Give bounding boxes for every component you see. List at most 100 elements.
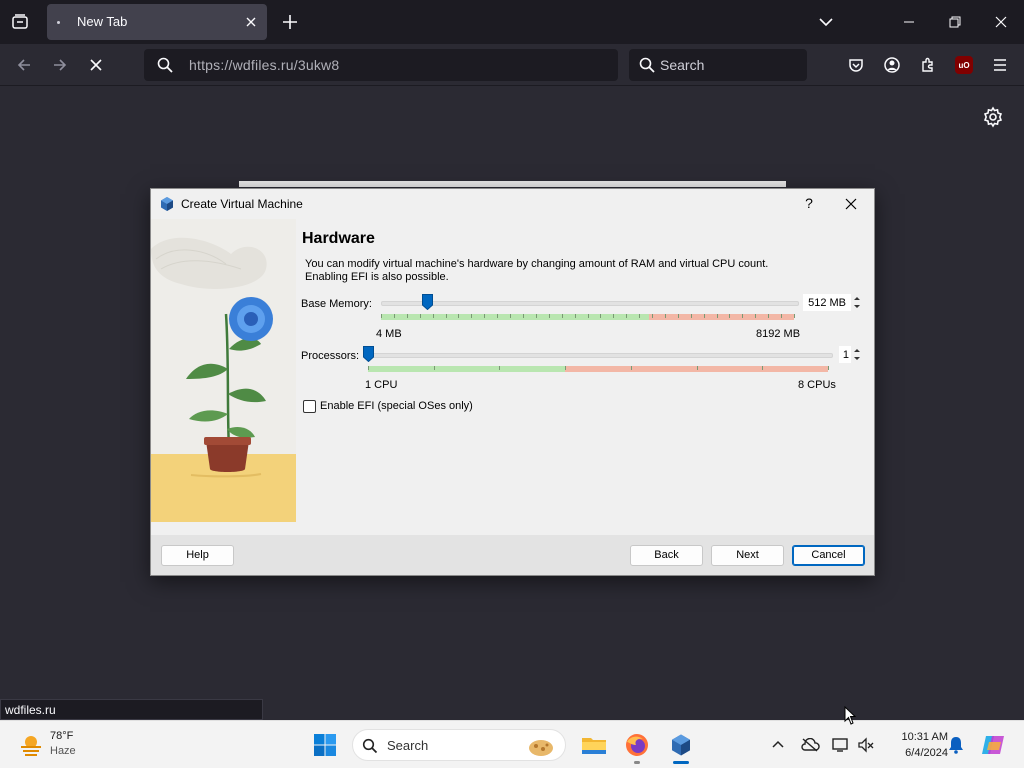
dialog-titlebar: Create Virtual Machine ? [151,189,874,219]
slider-tick [704,314,705,318]
base-memory-spinbox[interactable]: 512 MB [803,294,851,311]
slider-tick [697,366,698,370]
slider-tick [762,366,763,370]
slider-tick [626,314,627,318]
search-bar[interactable]: Search [629,49,807,81]
enable-efi-label[interactable]: Enable EFI (special OSes only) [320,400,473,412]
slider-tick [613,314,614,318]
back-arrow-icon[interactable] [12,53,36,77]
ublock-origin-icon[interactable]: uO [952,53,976,77]
slider-tick [631,366,632,370]
volume-muted-icon[interactable] [856,735,876,755]
search-icon [156,56,174,74]
cpu-slider-ticks [368,366,829,372]
gear-icon[interactable] [982,106,1004,128]
slider-tick [368,366,369,370]
dialog-title: Create Virtual Machine [181,197,303,211]
list-all-tabs-chevron-icon[interactable] [816,12,836,32]
slider-tick [523,314,524,318]
processors-spinbox[interactable]: 1 [839,346,851,363]
next-button[interactable]: Next [711,545,784,566]
show-hidden-icons-chevron-icon[interactable] [768,735,788,755]
background-dialog-edge [239,181,786,187]
slider-tick [691,314,692,318]
memory-spin-arrows-icon[interactable] [851,294,863,311]
tab-close-icon[interactable] [243,14,259,30]
weather-condition: Haze [50,745,76,757]
restore-window-icon[interactable] [945,12,965,32]
mouse-cursor-icon [844,706,858,726]
tab-loading-dot [57,21,60,24]
cancel-button[interactable]: Cancel [792,545,865,566]
slider-tick [434,366,435,370]
windows-start-icon[interactable] [307,727,343,763]
help-button[interactable]: Help [161,545,234,566]
slider-tick [381,314,382,318]
slider-tick [717,314,718,318]
slider-tick [729,314,730,318]
weather-widget[interactable]: 78°F Haze [16,727,116,763]
browser-tab-bar: New Tab [0,0,1024,44]
firefox-icon[interactable] [619,727,655,763]
account-icon[interactable] [880,53,904,77]
extensions-puzzle-icon[interactable] [916,53,940,77]
firefox-running-indicator [634,761,640,764]
display-network-icon[interactable] [831,735,851,755]
taskbar-clock[interactable]: 10:31 AM 6/4/2024 [884,729,948,761]
minimize-window-icon[interactable] [899,12,919,32]
tab-list-icon[interactable] [6,8,34,36]
address-url: https://wdfiles.ru/3ukw8 [189,57,339,73]
wizard-plant-illustration [151,219,296,522]
slider-tick [510,314,511,318]
base-memory-label: Base Memory: [301,298,372,310]
slider-tick [565,366,566,370]
browser-nav-bar: https://wdfiles.ru/3ukw8 Search uO [0,44,1024,86]
slider-tick [549,314,550,318]
notification-bell-icon[interactable] [946,735,966,755]
slider-tick [458,314,459,318]
processors-label: Processors: [301,350,360,362]
slider-tick [499,366,500,370]
search-icon [638,56,656,74]
address-bar[interactable]: https://wdfiles.ru/3ukw8 [144,49,618,81]
processors-spin-arrows-icon[interactable] [851,346,863,363]
memory-slider-ticks [381,314,795,320]
virtualbox-active-indicator [673,761,689,764]
slider-tick [407,314,408,318]
base-memory-value: 512 MB [808,297,846,309]
clock-time: 10:31 AM [901,731,948,743]
hamburger-menu-icon[interactable] [988,53,1012,77]
taskbar-search-box[interactable]: Search [352,729,566,761]
clock-date: 6/4/2024 [905,747,948,759]
dialog-close-icon[interactable] [843,196,859,212]
base-memory-slider[interactable] [381,301,799,306]
url-path: /3ukw8 [293,57,340,73]
help-question-icon[interactable]: ? [801,195,817,211]
file-explorer-icon[interactable] [576,727,612,763]
new-tab-plus-icon[interactable] [280,12,300,32]
memory-max-label: 8192 MB [756,328,801,340]
forward-arrow-icon[interactable] [48,53,72,77]
virtualbox-taskbar-icon[interactable] [663,727,699,763]
weather-temp: 78°F [50,730,74,742]
processors-slider[interactable] [368,353,833,358]
url-host: https://wdfiles.ru [189,57,294,73]
copilot-icon[interactable] [980,732,1006,758]
dialog-footer: Help Back Next Cancel [151,535,874,575]
close-window-icon[interactable] [991,12,1011,32]
slider-tick [600,314,601,318]
slider-tick [536,314,537,318]
back-button[interactable]: Back [630,545,703,566]
pocket-icon[interactable] [844,53,868,77]
onedrive-cloud-icon[interactable] [800,735,820,755]
tab-title: New Tab [77,14,128,29]
slider-tick [781,314,782,318]
haze-sun-icon [21,736,41,756]
slider-tick [484,314,485,318]
base-memory-slider-thumb[interactable] [422,294,434,310]
stop-loading-icon[interactable] [84,53,108,77]
page-title: Hardware [302,230,375,247]
tab-new-tab[interactable]: New Tab [47,4,267,40]
processors-slider-thumb[interactable] [362,346,374,362]
enable-efi-checkbox[interactable] [303,400,316,413]
